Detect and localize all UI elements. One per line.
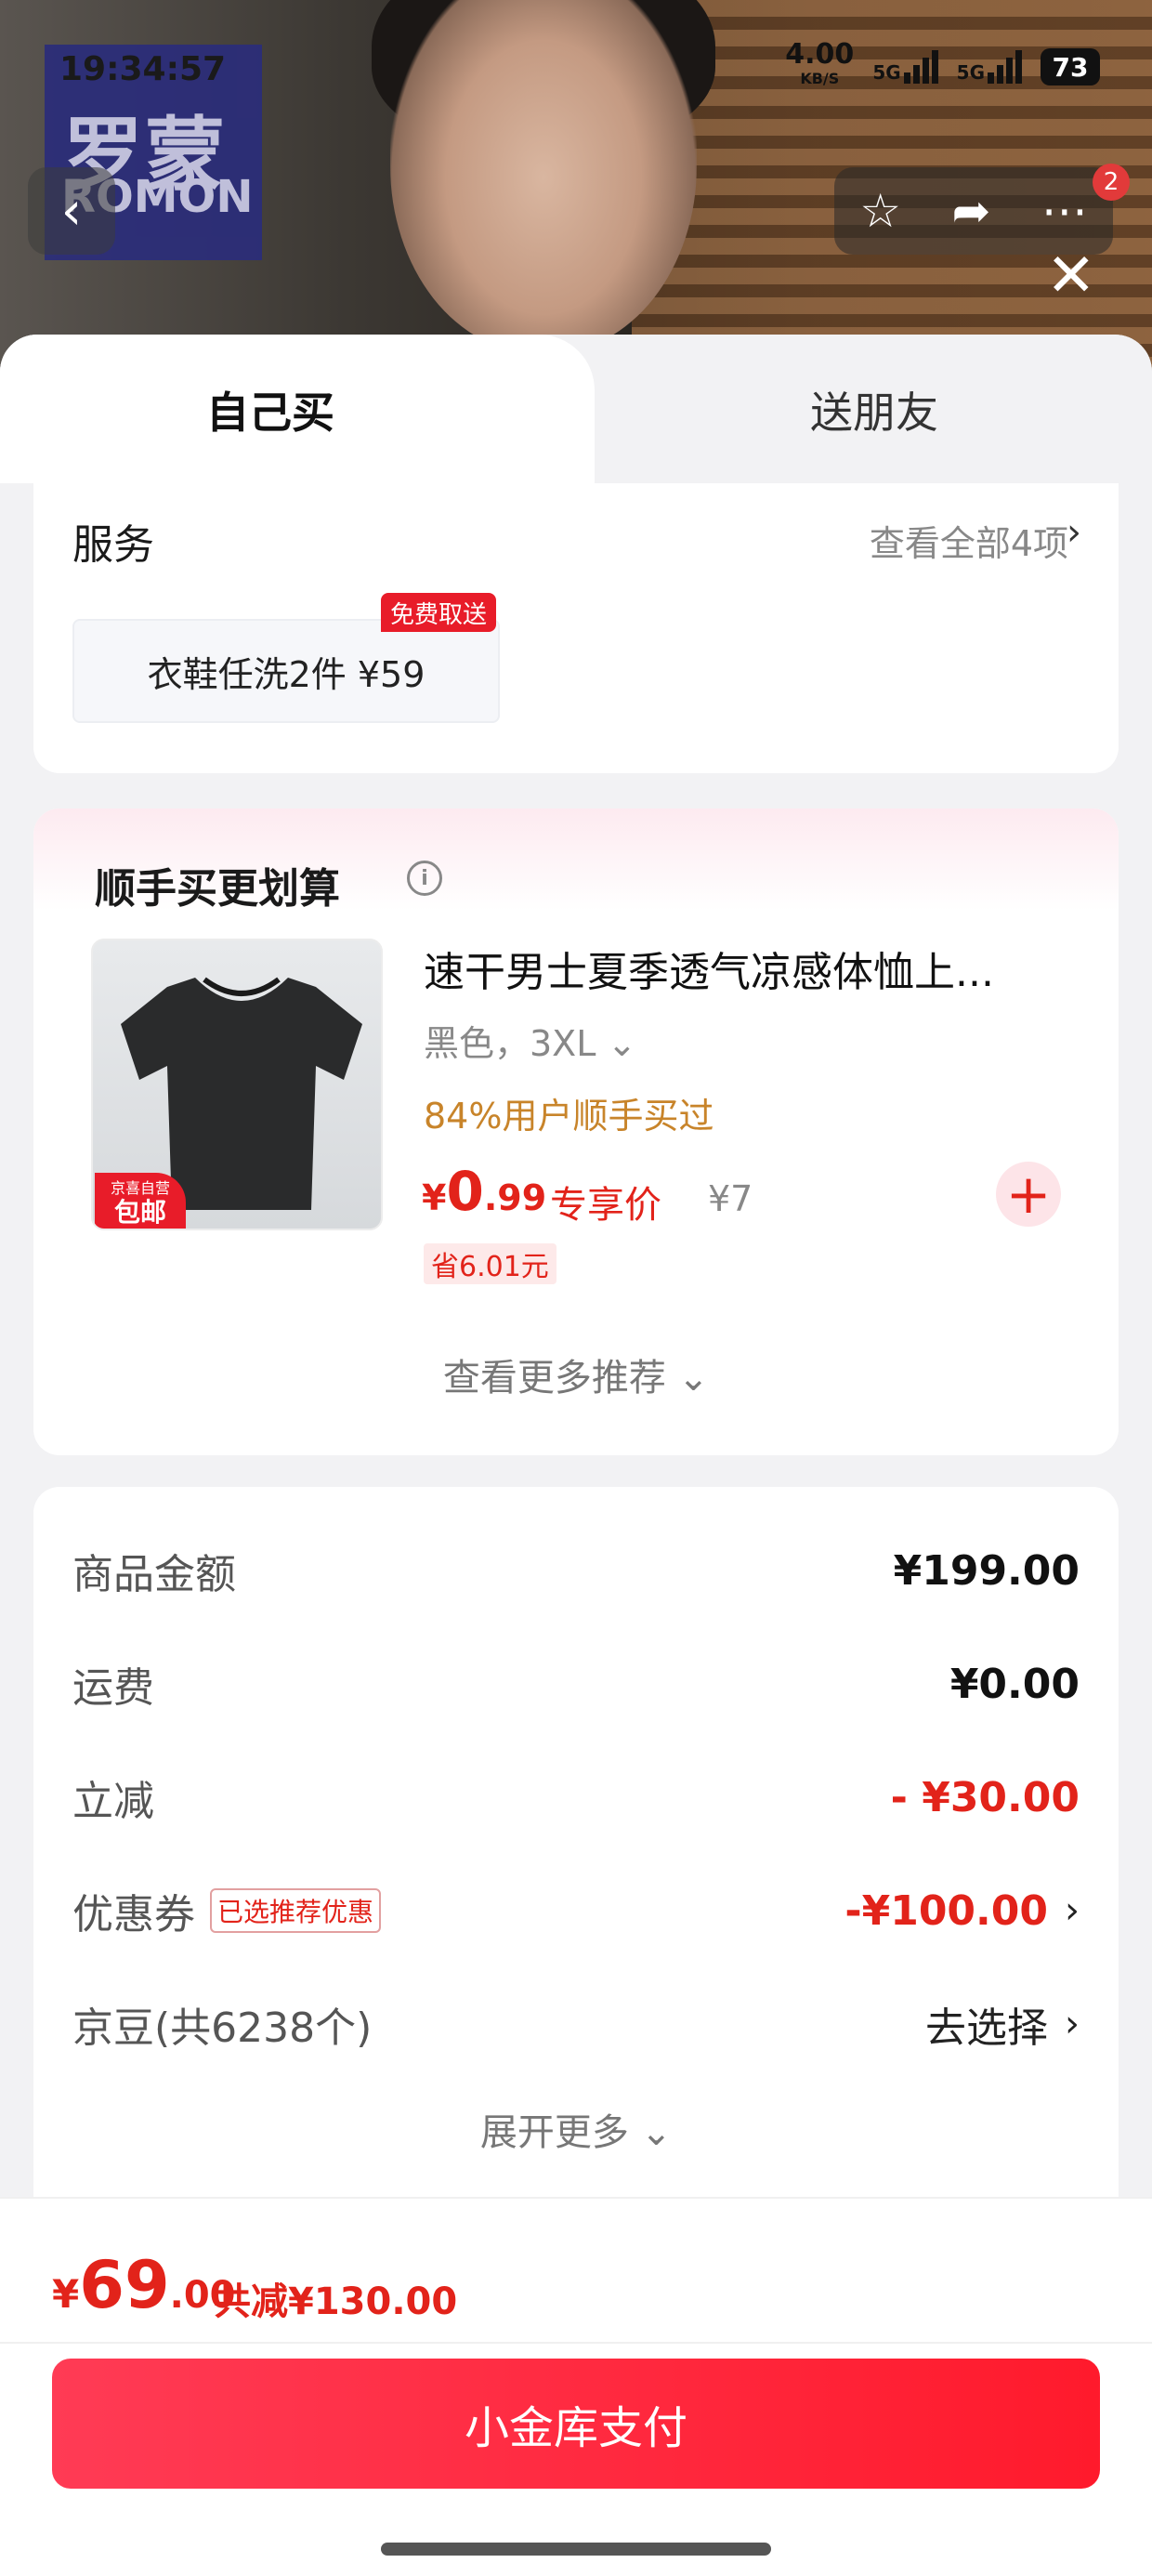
summary-row-coupon[interactable]: 优惠券 已选推荐优惠 -¥100.00 ›: [72, 1873, 1080, 1948]
total-integer: 69: [79, 2247, 170, 2323]
ship-tag-line2: 包邮: [113, 1197, 166, 1228]
chevron-down-icon: ⌄: [607, 1023, 637, 1064]
product-variant-label: 黑色，3XL: [424, 1023, 596, 1064]
see-more-label: 查看更多推荐: [442, 1357, 666, 1400]
purchase-tabs: 自己买 送朋友: [0, 335, 1152, 483]
ship-tag-line1: 京喜自营: [110, 1179, 170, 1197]
chevron-down-icon: ⌄: [677, 1357, 710, 1400]
summary-label: 京豆(共6238个): [72, 2004, 373, 2052]
close-icon[interactable]: ✕: [1046, 242, 1096, 310]
network-type-1: 5G: [872, 61, 901, 84]
summary-value: ¥0.00: [949, 1660, 1080, 1708]
summary-label: 立减: [72, 1778, 154, 1825]
price-decimal: .99: [483, 1177, 547, 1218]
summary-value: ¥199.00: [893, 1546, 1080, 1595]
expand-more[interactable]: 展开更多 ⌄: [33, 2102, 1119, 2156]
summary-label: 运费: [72, 1664, 154, 1712]
chevron-left-icon: ‹: [60, 180, 83, 242]
total-price: ¥ 69 .00: [52, 2247, 236, 2323]
total-currency: ¥: [52, 2271, 80, 2317]
network-speed-value: 4.00: [785, 38, 855, 71]
recommend-title: 顺手买更划算: [95, 865, 340, 913]
battery-icon: 73: [1041, 48, 1100, 85]
service-title: 服务: [72, 521, 154, 569]
total-saved: 共减¥130.00: [214, 2280, 458, 2323]
share-icon[interactable]: ➦: [951, 184, 990, 238]
plus-icon: +: [1005, 1163, 1052, 1226]
info-icon[interactable]: i: [407, 861, 442, 896]
summary-value: 去选择: [925, 2004, 1048, 2052]
chevron-right-icon: ›: [1065, 1889, 1080, 1932]
original-price: ¥7: [708, 1178, 753, 1219]
summary-row-discount: 立减 - ¥30.00: [72, 1760, 1080, 1834]
service-tag: 免费取送: [381, 593, 497, 632]
status-time: 19:34:57: [59, 50, 227, 88]
product-variant[interactable]: 黑色，3XL ⌄: [424, 1015, 636, 1066]
summary-label: 商品金额: [72, 1551, 236, 1598]
product-thumbnail[interactable]: 京喜自营 包邮: [91, 939, 383, 1230]
home-indicator: [381, 2543, 771, 2556]
add-to-order-button[interactable]: +: [996, 1162, 1061, 1227]
pay-button[interactable]: 小金库支付: [52, 2359, 1100, 2489]
model-face: [390, 0, 697, 353]
status-bar: 4.00 KB/S 5G 5G 73: [785, 41, 1100, 91]
savings-badge: 省6.01元: [424, 1243, 556, 1284]
product-users-bought: 84%用户顺手买过: [424, 1096, 714, 1137]
checkout-footer: ¥ 69 .00 共减¥130.00 小金库支付: [0, 2197, 1152, 2576]
service-view-all[interactable]: 查看全部4项: [870, 515, 1068, 566]
summary-row-goods: 商品金额 ¥199.00: [72, 1533, 1080, 1608]
product-name[interactable]: 速干男士夏季透气凉感体恤上...: [424, 939, 1093, 998]
exclusive-price-label: 专享价: [550, 1184, 661, 1227]
service-option[interactable]: 衣鞋任洗2件 ¥59: [72, 619, 500, 723]
summary-row-jingdou[interactable]: 京豆(共6238个) 去选择 ›: [72, 1987, 1080, 2061]
network-type-2: 5G: [956, 61, 985, 84]
summary-row-shipping: 运费 ¥0.00: [72, 1647, 1080, 1721]
chevron-right-icon: ›: [1065, 2003, 1080, 2045]
summary-value: -¥100.00: [844, 1886, 1048, 1935]
chevron-down-icon: ⌄: [640, 2111, 673, 2154]
price-summary-card: 商品金额 ¥199.00 运费 ¥0.00 立减 - ¥30.00 优惠券 已选…: [33, 1487, 1119, 2202]
star-icon[interactable]: ☆: [859, 184, 901, 238]
signal-icon-2: 5G: [957, 50, 1022, 84]
notification-badge: 2: [1093, 164, 1130, 201]
product-price: ¥ 0 .99: [422, 1160, 546, 1223]
network-speed: 4.00 KB/S: [785, 41, 854, 91]
recommend-card: 顺手买更划算 i 京喜自营 包邮 速干男士夏季透气凉感体恤上... 黑色，3XL…: [33, 808, 1119, 1455]
see-more-recommend[interactable]: 查看更多推荐 ⌄: [33, 1347, 1119, 1401]
free-shipping-tag: 京喜自营 包邮: [95, 1173, 186, 1229]
tab-friend[interactable]: 送朋友: [810, 379, 938, 440]
back-button[interactable]: ‹: [28, 167, 115, 255]
coupon-tag: 已选推荐优惠: [210, 1888, 382, 1933]
tab-self[interactable]: 自己买: [206, 379, 334, 440]
signal-icon-1: 5G: [872, 50, 938, 84]
chevron-right-icon[interactable]: ›: [1067, 511, 1081, 554]
summary-value: - ¥30.00: [890, 1773, 1080, 1821]
price-integer: 0: [446, 1160, 484, 1223]
service-card: 服务 查看全部4项 › 衣鞋任洗2件 ¥59 免费取送: [33, 483, 1119, 773]
summary-label: 优惠券: [72, 1891, 195, 1939]
more-icon[interactable]: ⋯: [1041, 184, 1088, 238]
price-currency: ¥: [422, 1177, 447, 1218]
expand-more-label: 展开更多: [479, 2111, 629, 2154]
